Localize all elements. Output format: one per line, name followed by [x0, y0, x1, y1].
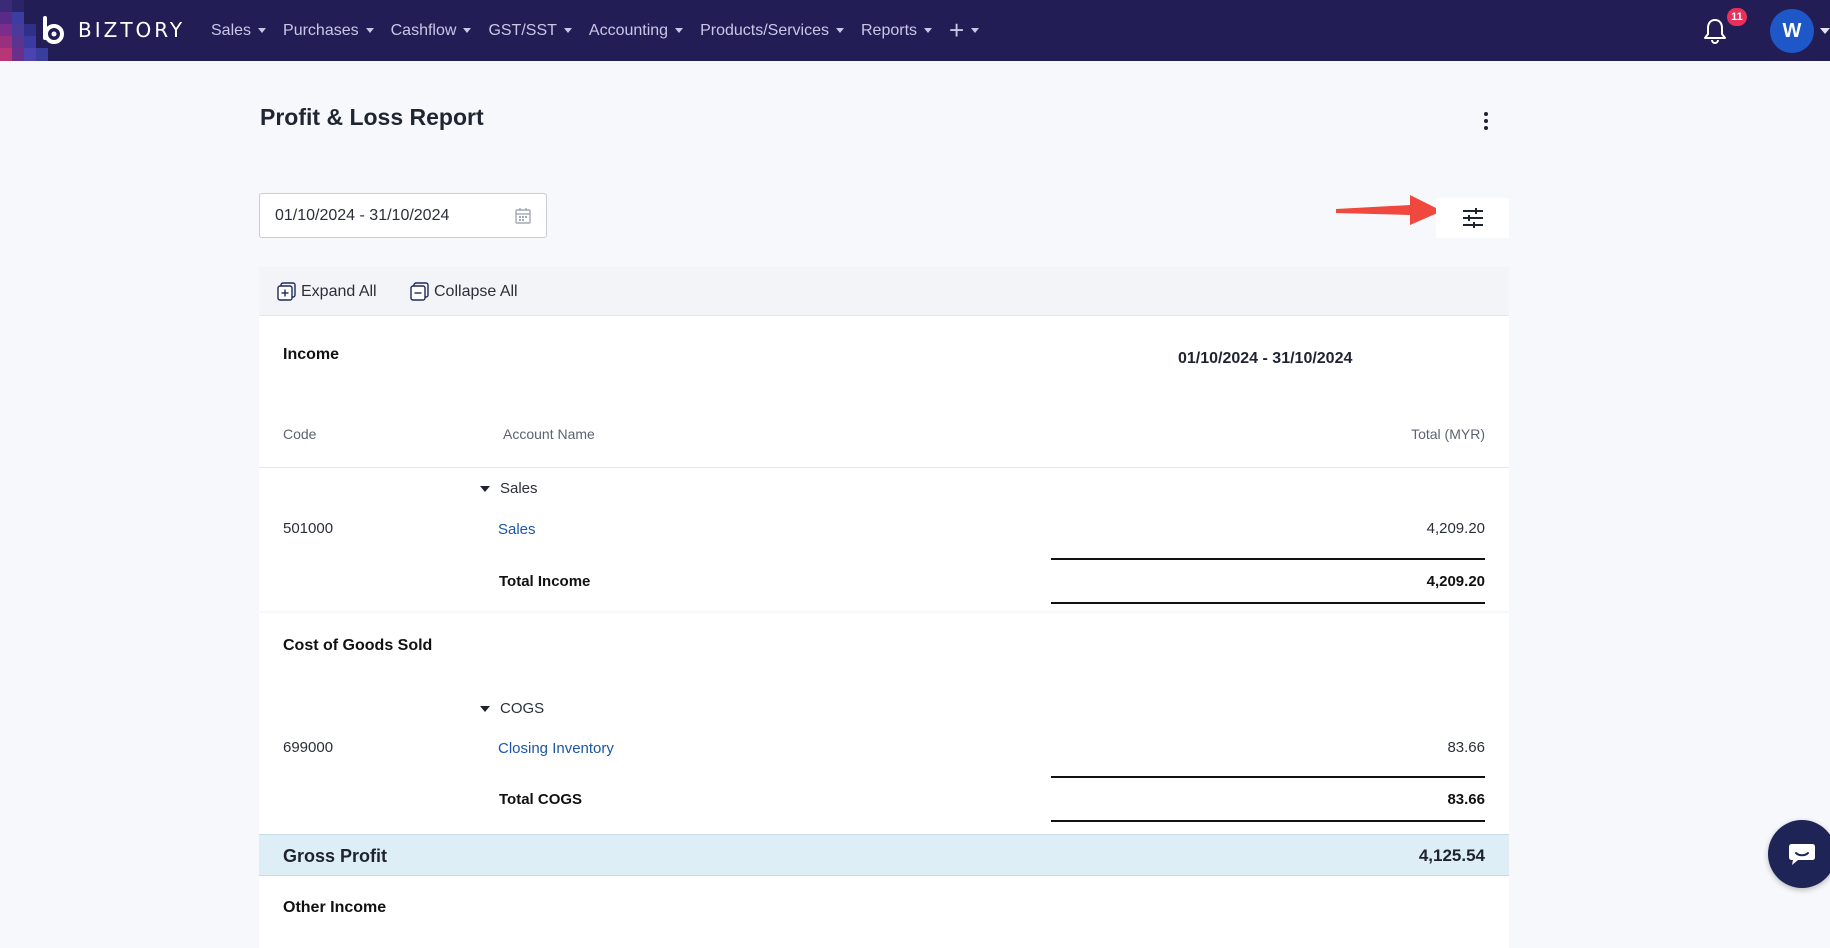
red-arrow-annotation — [1336, 195, 1442, 225]
brand-name: BIZTORY — [78, 18, 186, 42]
cogs-group-label: COGS — [500, 700, 545, 717]
cogs-group-toggle[interactable]: COGS — [480, 700, 544, 717]
cogs-section-title: Cost of Goods Sold — [283, 637, 433, 654]
gross-profit-row: Gross Profit 4,125.54 — [259, 834, 1509, 876]
nav-purchases[interactable]: Purchases — [283, 22, 374, 40]
calendar-icon — [515, 208, 531, 224]
nav-reports-label: Reports — [861, 21, 918, 39]
cogs-section: Cost of Goods Sold COGS 699000 Closing I… — [259, 613, 1509, 834]
account-link-sales[interactable]: Sales — [498, 521, 536, 538]
other-income-title: Other Income — [283, 899, 387, 916]
header-divider — [259, 467, 1509, 468]
caret-down-icon — [924, 28, 933, 33]
bell-icon — [1704, 19, 1726, 45]
user-avatar[interactable]: W — [1770, 9, 1814, 53]
date-range-picker[interactable]: 01/10/2024 - 31/10/2024 — [259, 193, 547, 238]
collapse-all-icon — [410, 282, 429, 301]
chat-icon — [1789, 844, 1815, 865]
collapse-all-label: Collapse All — [434, 282, 518, 300]
user-menu-caret-icon[interactable] — [1820, 28, 1830, 34]
notifications-button[interactable] — [1702, 17, 1728, 45]
nav-accounting[interactable]: Accounting — [588, 21, 684, 40]
more-options-button[interactable] — [1476, 110, 1496, 136]
code-column-header: Code — [283, 426, 317, 442]
expand-all-icon — [277, 282, 296, 301]
report-settings-button[interactable] — [1436, 198, 1509, 238]
total-rule-bottom — [1051, 602, 1485, 604]
account-amount: 4,209.20 — [1426, 520, 1485, 537]
gross-profit-amount: 4,125.54 — [1418, 846, 1485, 865]
chat-support-button[interactable] — [1768, 820, 1830, 888]
notification-badge: 11 — [1727, 8, 1747, 26]
total-income-label: Total Income — [499, 573, 591, 590]
account-code: 699000 — [283, 739, 334, 756]
brand-logo[interactable]: BIZTORY — [40, 14, 185, 46]
total-rule-bottom — [1051, 820, 1485, 822]
brand-logo-icon — [40, 14, 70, 46]
nav-cashflow-label: Cashflow — [390, 21, 457, 39]
nav-sales[interactable]: Sales — [211, 21, 267, 40]
caret-down-icon — [463, 28, 472, 33]
filter-sliders-icon — [1463, 208, 1483, 228]
nav-cashflow[interactable]: Cashflow — [391, 22, 472, 40]
nav-purchases-label: Purchases — [283, 21, 359, 39]
nav-accounting-label: Accounting — [588, 21, 669, 39]
account-link-closing-inventory[interactable]: Closing Inventory — [498, 740, 614, 757]
other-income-section: Other Income — [259, 876, 1509, 948]
top-navigation-bar: BIZTORY Sales Purchases Cashflow GST/SST… — [0, 0, 1830, 61]
nav-products-services[interactable]: Products/Services — [700, 22, 844, 40]
date-range-value: 01/10/2024 - 31/10/2024 — [275, 207, 450, 224]
kebab-menu-icon — [1476, 112, 1496, 130]
nav-gst-sst-label: GST/SST — [488, 21, 557, 39]
caret-down-icon — [675, 28, 684, 33]
total-column-header: Total (MYR) — [1411, 426, 1485, 442]
expand-all-button[interactable]: Expand All — [277, 282, 377, 301]
income-group-label: Sales — [500, 480, 538, 497]
caret-down-icon — [971, 28, 980, 33]
income-section: Income 01/10/2024 - 31/10/2024 Code Acco… — [259, 315, 1509, 611]
account-code: 501000 — [283, 520, 334, 537]
collapse-all-button[interactable]: Collapse All — [410, 282, 518, 301]
caret-down-icon — [258, 28, 267, 33]
caret-down-icon — [365, 28, 374, 33]
gross-profit-label: Gross Profit — [283, 846, 388, 866]
total-income-amount: 4,209.20 — [1426, 573, 1485, 590]
caret-down-icon — [563, 28, 572, 33]
income-section-title: Income — [283, 346, 340, 363]
nav-products-services-label: Products/Services — [700, 21, 829, 39]
account-amount: 83.66 — [1447, 739, 1485, 756]
income-group-toggle[interactable]: Sales — [480, 480, 538, 497]
nav-quick-add[interactable]: + — [949, 14, 980, 45]
triangle-down-icon — [480, 485, 490, 492]
period-column-header: 01/10/2024 - 31/10/2024 — [1178, 350, 1353, 367]
main-nav: Sales Purchases Cashflow GST/SST Account… — [211, 0, 996, 61]
plus-icon: + — [949, 14, 965, 45]
nav-gst-sst[interactable]: GST/SST — [488, 21, 572, 40]
triangle-down-icon — [480, 705, 490, 712]
total-rule-top — [1051, 776, 1485, 778]
report-toolbar: Expand All Collapse All — [259, 267, 1509, 315]
total-cogs-label: Total COGS — [499, 791, 583, 808]
nav-sales-label: Sales — [211, 21, 252, 39]
caret-down-icon — [836, 28, 844, 33]
account-name-column-header: Account Name — [503, 426, 595, 442]
nav-reports[interactable]: Reports — [861, 21, 933, 40]
expand-all-label: Expand All — [301, 282, 377, 300]
total-cogs-amount: 83.66 — [1447, 791, 1485, 808]
page-title: Profit & Loss Report — [260, 104, 484, 130]
total-rule-top — [1051, 558, 1485, 560]
